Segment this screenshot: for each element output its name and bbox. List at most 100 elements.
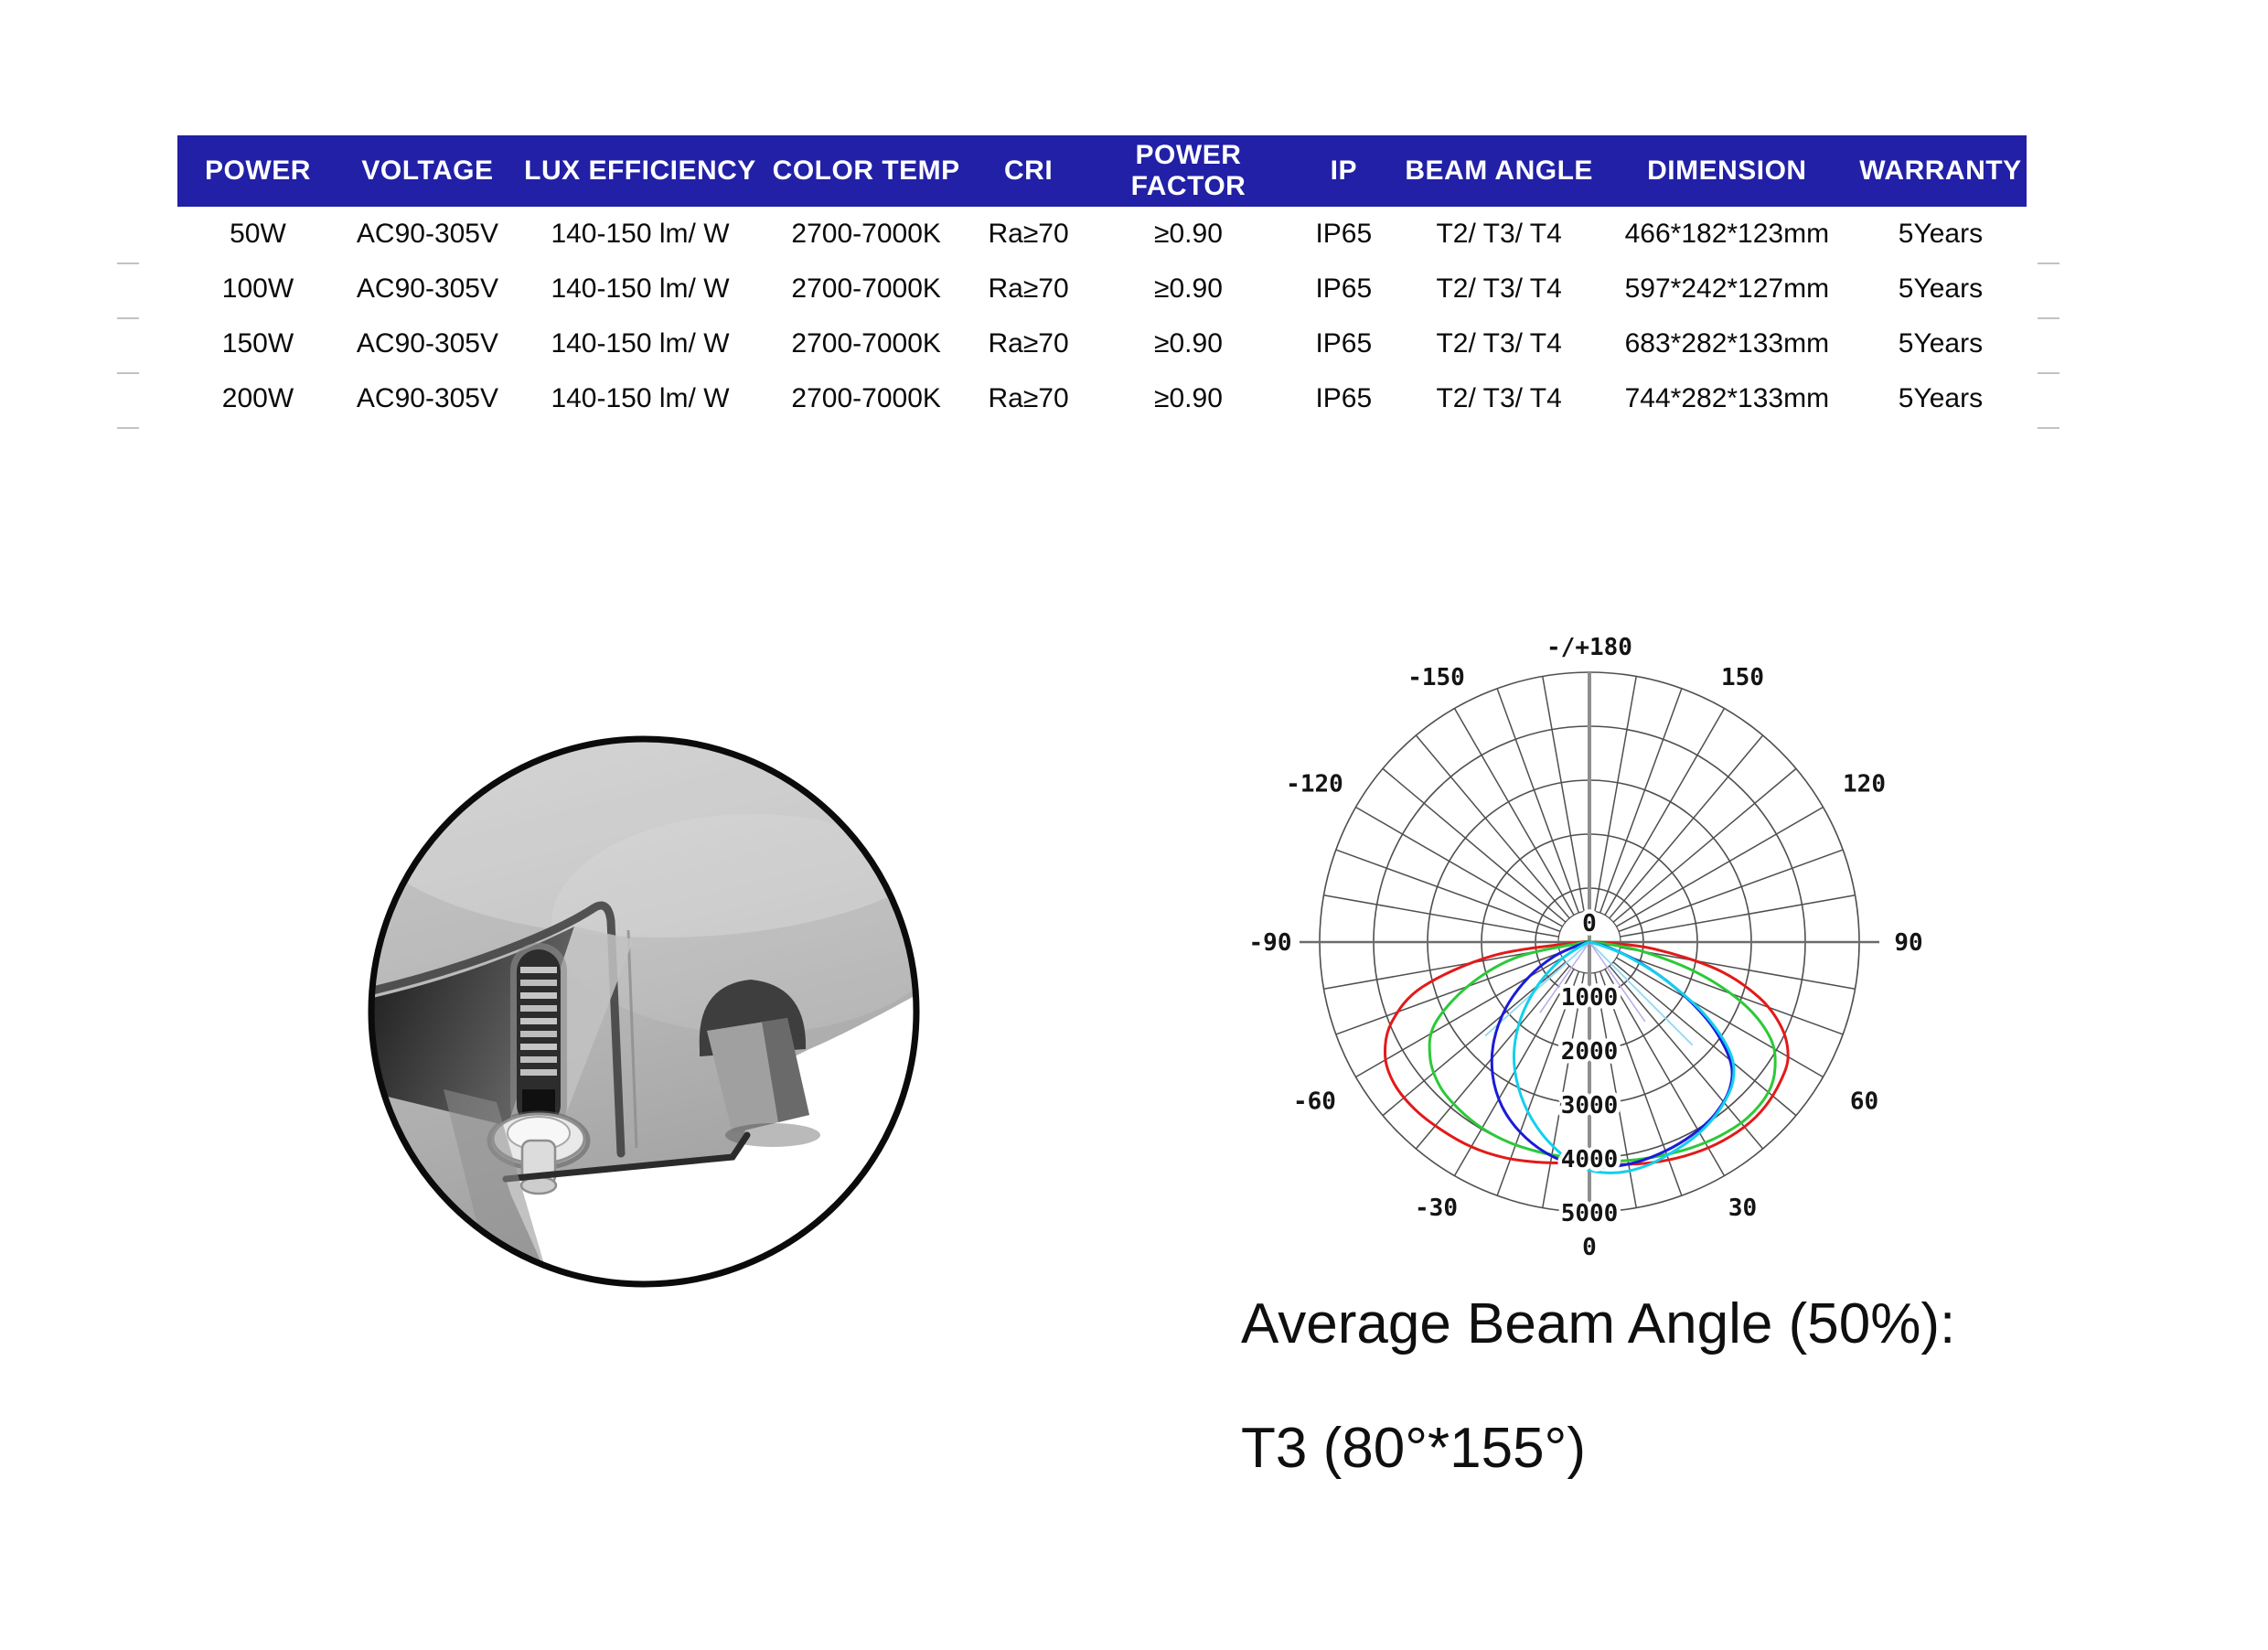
angle-label-90: 90 <box>1894 929 1922 957</box>
knurled-adjuster <box>510 943 567 1133</box>
angle-label-0: 0 <box>1582 1234 1597 1261</box>
table-cell: AC90-305V <box>338 207 517 262</box>
spec-table-body: 50WAC90-305V140-150 lm/ W2700-7000KRa≥70… <box>177 207 2027 426</box>
table-row: 50WAC90-305V140-150 lm/ W2700-7000KRa≥70… <box>177 207 2027 262</box>
spec-table: POWERVOLTAGELUX EFFICIENCYCOLOR TEMPCRIP… <box>177 135 2027 426</box>
table-cell: 140-150 lm/ W <box>517 371 764 426</box>
table-cell: IP65 <box>1289 371 1398 426</box>
table-cell: ≥0.90 <box>1088 262 1289 316</box>
polar-spoke <box>1610 966 1763 1149</box>
table-cell: 2700-7000K <box>764 371 968 426</box>
angle-label-90: -90 <box>1249 929 1292 957</box>
table-cell: T2/ T3/ T4 <box>1398 316 1599 371</box>
table-cell: ≥0.90 <box>1088 207 1289 262</box>
product-photo-svg <box>359 727 928 1296</box>
row-divider-tick <box>2038 427 2059 429</box>
column-header-power-factor: POWER FACTOR <box>1088 135 1289 207</box>
product-photo <box>359 727 928 1296</box>
table-cell: 597*242*127mm <box>1599 262 1855 316</box>
table-cell: 5Years <box>1855 207 2027 262</box>
angle-label-150: 150 <box>1721 664 1764 691</box>
table-cell: 140-150 lm/ W <box>517 316 764 371</box>
table-row: 200WAC90-305V140-150 lm/ W2700-7000KRa≥7… <box>177 371 2027 426</box>
center-zero-label: 0 <box>1582 910 1597 938</box>
column-header-color-temp: COLOR TEMP <box>764 135 968 207</box>
table-row: 150WAC90-305V140-150 lm/ W2700-7000KRa≥7… <box>177 316 2027 371</box>
angle-label-180: -/+180 <box>1546 634 1632 661</box>
row-divider-tick <box>117 427 139 429</box>
polar-spoke <box>1610 735 1763 918</box>
polar-spoke <box>1595 676 1636 911</box>
spec-table-header-row: POWERVOLTAGELUX EFFICIENCYCOLOR TEMPCRIP… <box>177 135 2027 207</box>
ring-label-2000: 2000 <box>1561 1038 1619 1066</box>
angle-label-120: -120 <box>1286 771 1343 798</box>
table-cell: 2700-7000K <box>764 262 968 316</box>
polar-spoke <box>1543 676 1584 911</box>
row-divider-tick <box>2038 262 2059 264</box>
table-cell: Ra≥70 <box>968 262 1087 316</box>
ring-label-5000: 5000 <box>1561 1200 1619 1227</box>
column-header-beam-angle: BEAM ANGLE <box>1398 135 1599 207</box>
table-cell: Ra≥70 <box>968 316 1087 371</box>
table-cell: ≥0.90 <box>1088 316 1289 371</box>
column-header-power: POWER <box>177 135 338 207</box>
table-cell: 683*282*133mm <box>1599 316 1855 371</box>
angle-label-150: -150 <box>1407 664 1465 691</box>
table-cell: 140-150 lm/ W <box>517 262 764 316</box>
table-cell: IP65 <box>1289 207 1398 262</box>
table-cell: ≥0.90 <box>1088 371 1289 426</box>
table-cell: 2700-7000K <box>764 207 968 262</box>
table-cell: 200W <box>177 371 338 426</box>
ring-label-1000: 1000 <box>1561 984 1619 1012</box>
ring-label-3000: 3000 <box>1561 1092 1619 1120</box>
table-cell: AC90-305V <box>338 262 517 316</box>
table-cell: Ra≥70 <box>968 207 1087 262</box>
table-cell: IP65 <box>1289 316 1398 371</box>
table-cell: T2/ T3/ T4 <box>1398 207 1599 262</box>
row-divider-tick <box>2038 317 2059 319</box>
polar-chart-svg: -/+180 -150 -120 -90 -60 -30 0 30 60 90 120 150 1000… <box>1244 618 1957 1313</box>
table-cell: 5Years <box>1855 262 2027 316</box>
table-cell: 466*182*123mm <box>1599 207 1855 262</box>
row-divider-tick <box>2038 372 2059 374</box>
polar-spoke <box>1383 768 1566 922</box>
column-header-dimension: DIMENSION <box>1599 135 1855 207</box>
column-header-lux-efficiency: LUX EFFICIENCY <box>517 135 764 207</box>
table-cell: Ra≥70 <box>968 371 1087 426</box>
row-divider-tick <box>117 317 139 319</box>
table-row: 100WAC90-305V140-150 lm/ W2700-7000KRa≥7… <box>177 262 2027 316</box>
column-header-ip: IP <box>1289 135 1398 207</box>
table-cell: 140-150 lm/ W <box>517 207 764 262</box>
beam-distribution-chart: -/+180 -150 -120 -90 -60 -30 0 30 60 90 120 150 1000… <box>1244 618 1957 1313</box>
column-header-voltage: VOLTAGE <box>338 135 517 207</box>
angle-label-60: 60 <box>1850 1088 1878 1116</box>
table-cell: 150W <box>177 316 338 371</box>
polar-spoke <box>1323 895 1558 937</box>
spec-table-header: POWERVOLTAGELUX EFFICIENCYCOLOR TEMPCRIP… <box>177 135 2027 207</box>
angle-label-30: -30 <box>1415 1195 1458 1222</box>
polar-spoke <box>1416 735 1569 918</box>
table-cell: 744*282*133mm <box>1599 371 1855 426</box>
angle-label-120: 120 <box>1843 771 1886 798</box>
polar-spoke <box>1613 768 1796 922</box>
table-cell: IP65 <box>1289 262 1398 316</box>
beam-angle-caption-line2: T3 (80°*155°) <box>1241 1416 1586 1481</box>
table-cell: 5Years <box>1855 371 2027 426</box>
column-header-cri: CRI <box>968 135 1087 207</box>
table-cell: AC90-305V <box>338 371 517 426</box>
row-divider-tick <box>117 372 139 374</box>
table-cell: 100W <box>177 262 338 316</box>
polar-spoke <box>1620 948 1855 989</box>
angle-label-60: -60 <box>1293 1088 1336 1116</box>
angle-label-30: 30 <box>1728 1195 1757 1222</box>
table-cell: AC90-305V <box>338 316 517 371</box>
table-cell: T2/ T3/ T4 <box>1398 371 1599 426</box>
datasheet-page: { "table": { "header_bg": "#2120a6", "he… <box>0 0 2268 1650</box>
table-cell: 50W <box>177 207 338 262</box>
table-cell: T2/ T3/ T4 <box>1398 262 1599 316</box>
table-cell: 5Years <box>1855 316 2027 371</box>
beam-angle-caption-line1: Average Beam Angle (50%): <box>1241 1291 1955 1356</box>
polar-spoke <box>1620 895 1855 937</box>
ring-label-4000: 4000 <box>1561 1146 1619 1173</box>
table-cell: 2700-7000K <box>764 316 968 371</box>
